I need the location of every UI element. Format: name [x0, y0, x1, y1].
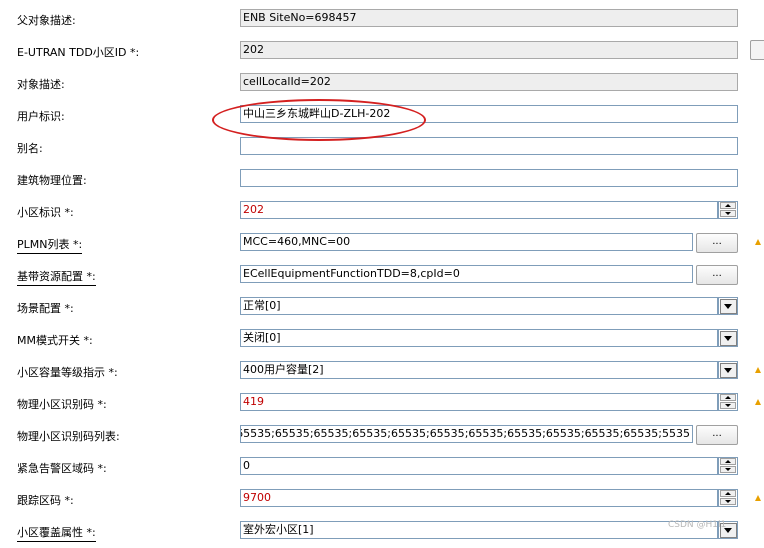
capacity-chevron-down-icon[interactable]	[718, 361, 738, 379]
row-alias: 别名:	[0, 132, 764, 164]
building-label: 建筑物理位置:	[17, 174, 87, 187]
capacity-warning-icon	[755, 367, 761, 373]
coverage-label[interactable]: 小区覆盖属性 *:	[17, 524, 96, 542]
cell-id-label: E-UTRAN TDD小区ID *:	[17, 46, 140, 59]
emergency-spinner-icon[interactable]	[718, 457, 738, 475]
tac-spinner-icon[interactable]	[718, 489, 738, 507]
row-capacity: 小区容量等级指示 *: 400用户容量[2]	[0, 356, 764, 388]
parent-desc-label: 父对象描述:	[17, 14, 76, 27]
row-coverage: 小区覆盖属性 *: 室外宏小区[1]	[0, 516, 764, 548]
row-mm-switch: MM模式开关 *: 关闭[0]	[0, 324, 764, 356]
coverage-select[interactable]: 室外宏小区[1]	[240, 521, 718, 539]
watermark: CSDN @H1l1	[668, 520, 727, 530]
alias-input[interactable]	[240, 137, 738, 155]
plmn-label[interactable]: PLMN列表 *:	[17, 236, 83, 254]
row-cell-flag: 小区标识 *: 202	[0, 196, 764, 228]
scene-label: 场景配置 *:	[17, 302, 74, 315]
row-emergency: 紧急告警区域码 *: 0	[0, 452, 764, 484]
capacity-label: 小区容量等级指示 *:	[17, 366, 118, 379]
row-baseband: 基带资源配置 *: ECellEquipmentFunctionTDD=8,cp…	[0, 260, 764, 292]
baseband-input[interactable]: ECellEquipmentFunctionTDD=8,cpId=0	[240, 265, 693, 283]
alias-label: 别名:	[17, 142, 43, 155]
row-plmn: PLMN列表 *: MCC=460,MNC=00 ...	[0, 228, 764, 260]
mm-switch-select[interactable]: 关闭[0]	[240, 329, 718, 347]
obj-desc-field: cellLocalId=202	[240, 73, 738, 91]
emergency-label: 紧急告警区域码 *:	[17, 462, 107, 475]
cell-flag-label: 小区标识 *:	[17, 206, 74, 219]
scene-select[interactable]: 正常[0]	[240, 297, 718, 315]
row-scene: 场景配置 *: 正常[0]	[0, 292, 764, 324]
user-label-input[interactable]: 中山三乡东城畔山D-ZLH-202	[240, 105, 738, 123]
cell-flag-input[interactable]: 202	[240, 201, 718, 219]
mm-switch-label: MM模式开关 *:	[17, 334, 93, 347]
baseband-label[interactable]: 基带资源配置 *:	[17, 268, 96, 286]
row-pci: 物理小区识别码 *: 419	[0, 388, 764, 420]
cell-properties-form: 父对象描述: ENB SiteNo=698457 E-UTRAN TDD小区ID…	[0, 0, 764, 542]
pci-input[interactable]: 419	[240, 393, 718, 411]
plmn-browse-button[interactable]: ...	[696, 233, 738, 253]
cell-flag-spinner-icon[interactable]	[718, 201, 738, 219]
pci-warning-icon	[755, 399, 761, 405]
building-input[interactable]	[240, 169, 738, 187]
scene-chevron-down-icon[interactable]	[718, 297, 738, 315]
capacity-select[interactable]: 400用户容量[2]	[240, 361, 718, 379]
plmn-input[interactable]: MCC=460,MNC=00	[240, 233, 693, 251]
pci-list-label: 物理小区识别码列表:	[17, 430, 120, 443]
row-pci-list: 物理小区识别码列表: 5535;65535;65535;65535;65535;…	[0, 420, 764, 452]
row-tac: 跟踪区码 *: 9700	[0, 484, 764, 516]
tac-label: 跟踪区码 *:	[17, 494, 74, 507]
row-obj-desc: 对象描述: cellLocalId=202	[0, 68, 764, 100]
row-user-label: 用户标识: 中山三乡东城畔山D-ZLH-202	[0, 100, 764, 132]
plmn-warning-icon	[755, 239, 761, 245]
pci-label: 物理小区识别码 *:	[17, 398, 107, 411]
tac-warning-icon	[755, 495, 761, 501]
tac-input[interactable]: 9700	[240, 489, 718, 507]
cell-id-side-button[interactable]	[750, 40, 764, 60]
obj-desc-label: 对象描述:	[17, 78, 65, 91]
pci-list-input[interactable]: 5535;65535;65535;65535;65535;65535;65535…	[240, 425, 693, 443]
pci-list-browse-button[interactable]: ...	[696, 425, 738, 445]
parent-desc-field: ENB SiteNo=698457	[240, 9, 738, 27]
pci-spinner-icon[interactable]	[718, 393, 738, 411]
baseband-browse-button[interactable]: ...	[696, 265, 738, 285]
mm-switch-chevron-down-icon[interactable]	[718, 329, 738, 347]
row-parent-desc: 父对象描述: ENB SiteNo=698457	[0, 4, 764, 36]
emergency-input[interactable]: 0	[240, 457, 718, 475]
user-label-label: 用户标识:	[17, 110, 65, 123]
row-cell-id: E-UTRAN TDD小区ID *: 202	[0, 36, 764, 68]
cell-id-field: 202	[240, 41, 738, 59]
row-building: 建筑物理位置:	[0, 164, 764, 196]
